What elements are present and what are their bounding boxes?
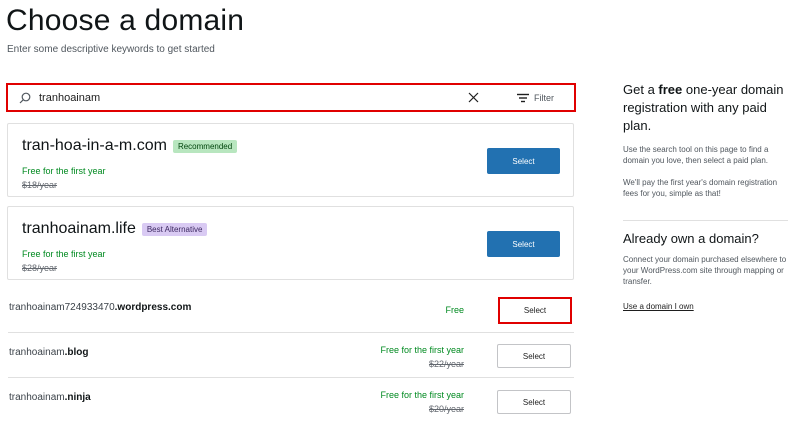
domain-name: tranhoainam.life xyxy=(22,220,136,237)
domain-name: tran-hoa-in-a-m.com xyxy=(22,137,167,154)
select-button[interactable]: Select xyxy=(497,390,571,414)
domain-result-row: tranhoainam724933470.wordpress.com Free … xyxy=(8,287,574,332)
price-free-text: Free for the first year xyxy=(380,390,464,400)
filter-label: Filter xyxy=(534,92,554,103)
price-free-text: Free xyxy=(445,305,464,315)
select-button[interactable]: Select xyxy=(487,231,560,257)
best-alternative-badge: Best Alternative xyxy=(141,222,208,236)
search-input[interactable]: tranhoainam xyxy=(39,92,468,104)
own-domain-section: Already own a domain? Connect your domai… xyxy=(623,220,793,314)
featured-domain-card: tranhoainam.life Best Alternative Free f… xyxy=(7,206,574,280)
price-free-text: Free for the first year xyxy=(22,166,106,176)
domain-name: tranhoainam.blog xyxy=(9,347,89,358)
free-domain-promo: Get a free one-year domain registration … xyxy=(623,81,793,199)
original-price: $22/year xyxy=(428,359,464,369)
filter-icon xyxy=(517,93,529,102)
select-button[interactable]: Select xyxy=(497,344,571,368)
use-own-domain-link[interactable]: Use a domain I own xyxy=(623,302,694,311)
filter-button[interactable]: Filter xyxy=(517,93,554,103)
search-icon xyxy=(19,92,31,103)
promo-text: We'll pay the first year's domain regist… xyxy=(623,178,778,198)
own-domain-title: Already own a domain? xyxy=(623,231,759,246)
domain-result-row: tranhoainam.blog Free for the first year… xyxy=(8,332,574,377)
page-title: Choose a domain xyxy=(6,4,245,37)
price-free-text: Free for the first year xyxy=(380,345,464,355)
close-icon[interactable] xyxy=(468,92,479,103)
own-domain-text: Connect your domain purchased elsewhere … xyxy=(623,255,787,286)
domain-name: tranhoainam724933470.wordpress.com xyxy=(9,302,192,313)
original-price: $28/year xyxy=(22,263,58,273)
recommended-badge: Recommended xyxy=(172,139,238,153)
divider xyxy=(623,220,788,221)
promo-title: Get a free one-year domain registration … xyxy=(623,82,784,133)
select-button[interactable]: Select xyxy=(487,148,560,174)
original-price: $20/year xyxy=(428,404,464,414)
featured-domain-card: tran-hoa-in-a-m.com Recommended Free for… xyxy=(7,123,574,197)
page-subtitle: Enter some descriptive keywords to get s… xyxy=(7,44,215,55)
select-button[interactable]: Select xyxy=(498,297,572,324)
domain-name: tranhoainam.ninja xyxy=(9,392,91,403)
promo-text: Use the search tool on this page to find… xyxy=(623,145,769,165)
search-bar[interactable]: tranhoainam Filter xyxy=(6,83,576,112)
price-free-text: Free for the first year xyxy=(22,249,106,259)
original-price: $18/year xyxy=(22,180,58,190)
domain-result-row: tranhoainam.ninja Free for the first yea… xyxy=(8,377,574,422)
